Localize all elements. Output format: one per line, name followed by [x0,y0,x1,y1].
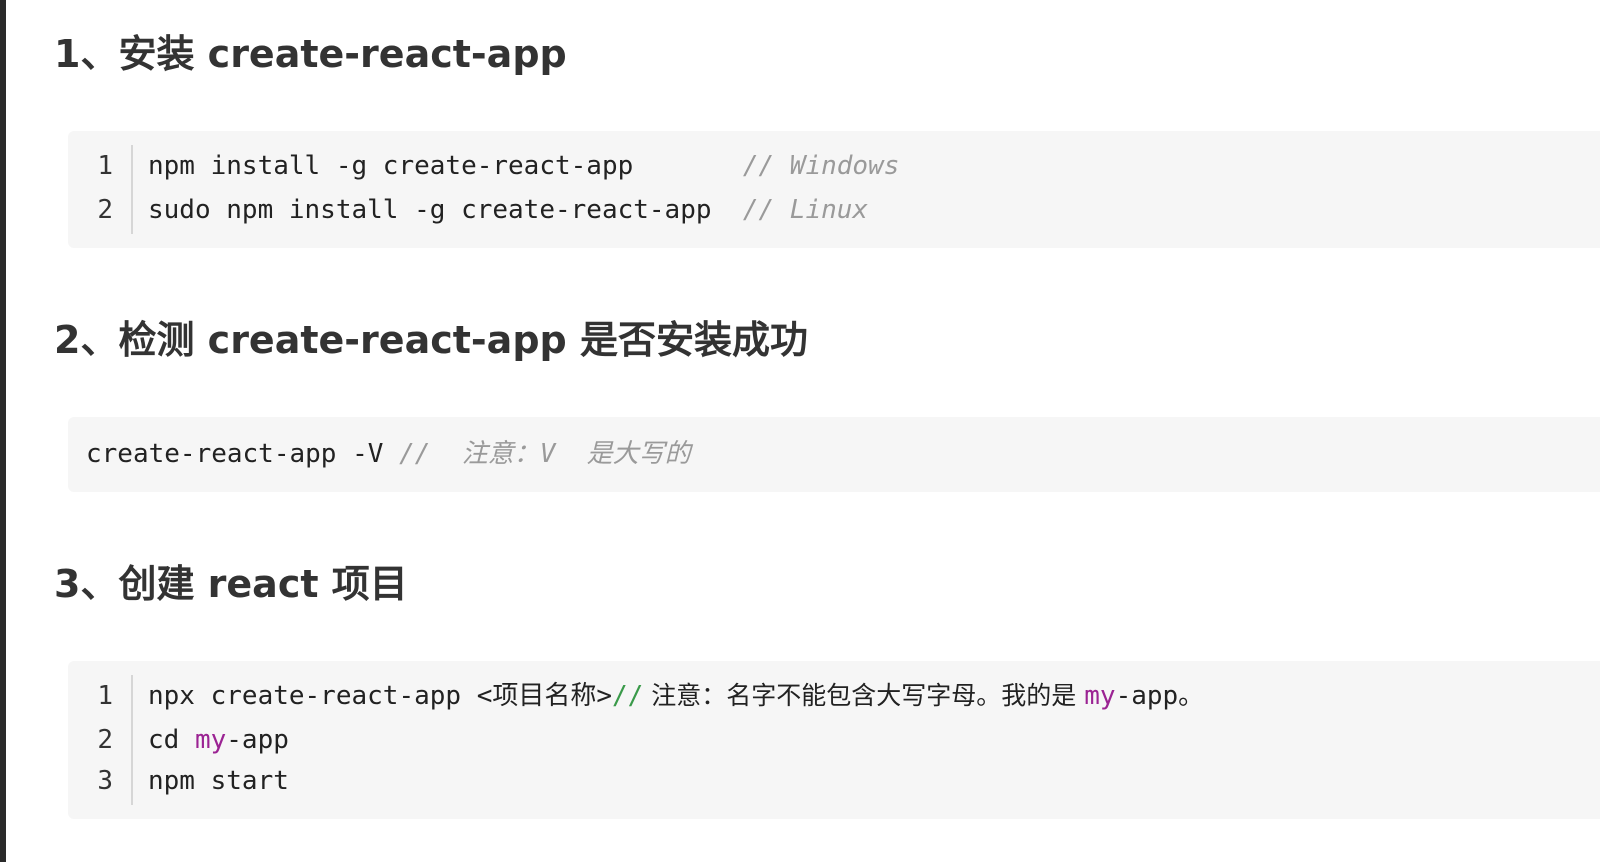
code-line: npx create-react-app <项目名称>// 注意：名字不能包含大… [148,681,1204,711]
code-line: sudo npm install -g create-react-app // … [148,195,868,225]
code-text: sudo npm install -g create-react-app [148,195,743,225]
comment-slashes: // [612,681,644,711]
code-line: cd my-app [148,725,289,755]
code-note: 注意：名字不能包含大写字母。我的是 [643,681,1085,710]
code-keyword: my [1084,681,1116,711]
code-text: cd [148,725,195,755]
section-2-heading: 2、检测 create-react-app 是否安装成功 [54,318,808,362]
code-text-tail: -app [226,725,289,755]
code-block-check-version: create-react-app -V // 注意：V 是大写的 [68,417,1600,492]
code-block-create-project: 1 2 3 npx create-react-app <项目名称>// 注意：名… [68,661,1600,819]
line-number: 1 [97,151,113,181]
code-keyword: my [194,725,227,755]
line-number-gutter: 1 2 [68,145,133,234]
code-comment: // 注意：V 是大写的 [399,439,691,469]
code-comment: // Linux [742,195,869,225]
code-text: create-react-app -V [86,439,400,469]
line-number: 2 [97,195,113,225]
window-left-edge [0,0,6,862]
code-line: npm install -g create-react-app // Windo… [148,151,899,181]
code-text: npm start [148,766,289,796]
section-3-heading: 3、创建 react 项目 [54,562,408,606]
line-number: 1 [97,681,113,711]
line-number-gutter: 1 2 3 [68,675,133,805]
code-line: create-react-app -V // 注意：V 是大写的 [86,439,691,469]
code-block-install: 1 2 npm install -g create-react-app // W… [68,131,1600,248]
code-text-tail: -app。 [1115,681,1205,711]
code-line: npm start [148,766,289,796]
line-number: 3 [97,766,113,796]
code-text: npx create-react-app <项目名称> [148,681,613,711]
line-number: 2 [97,725,113,755]
code-comment: // Windows [742,151,900,181]
section-1-heading: 1、安装 create-react-app [54,32,567,76]
code-text: npm install -g create-react-app [148,151,743,181]
